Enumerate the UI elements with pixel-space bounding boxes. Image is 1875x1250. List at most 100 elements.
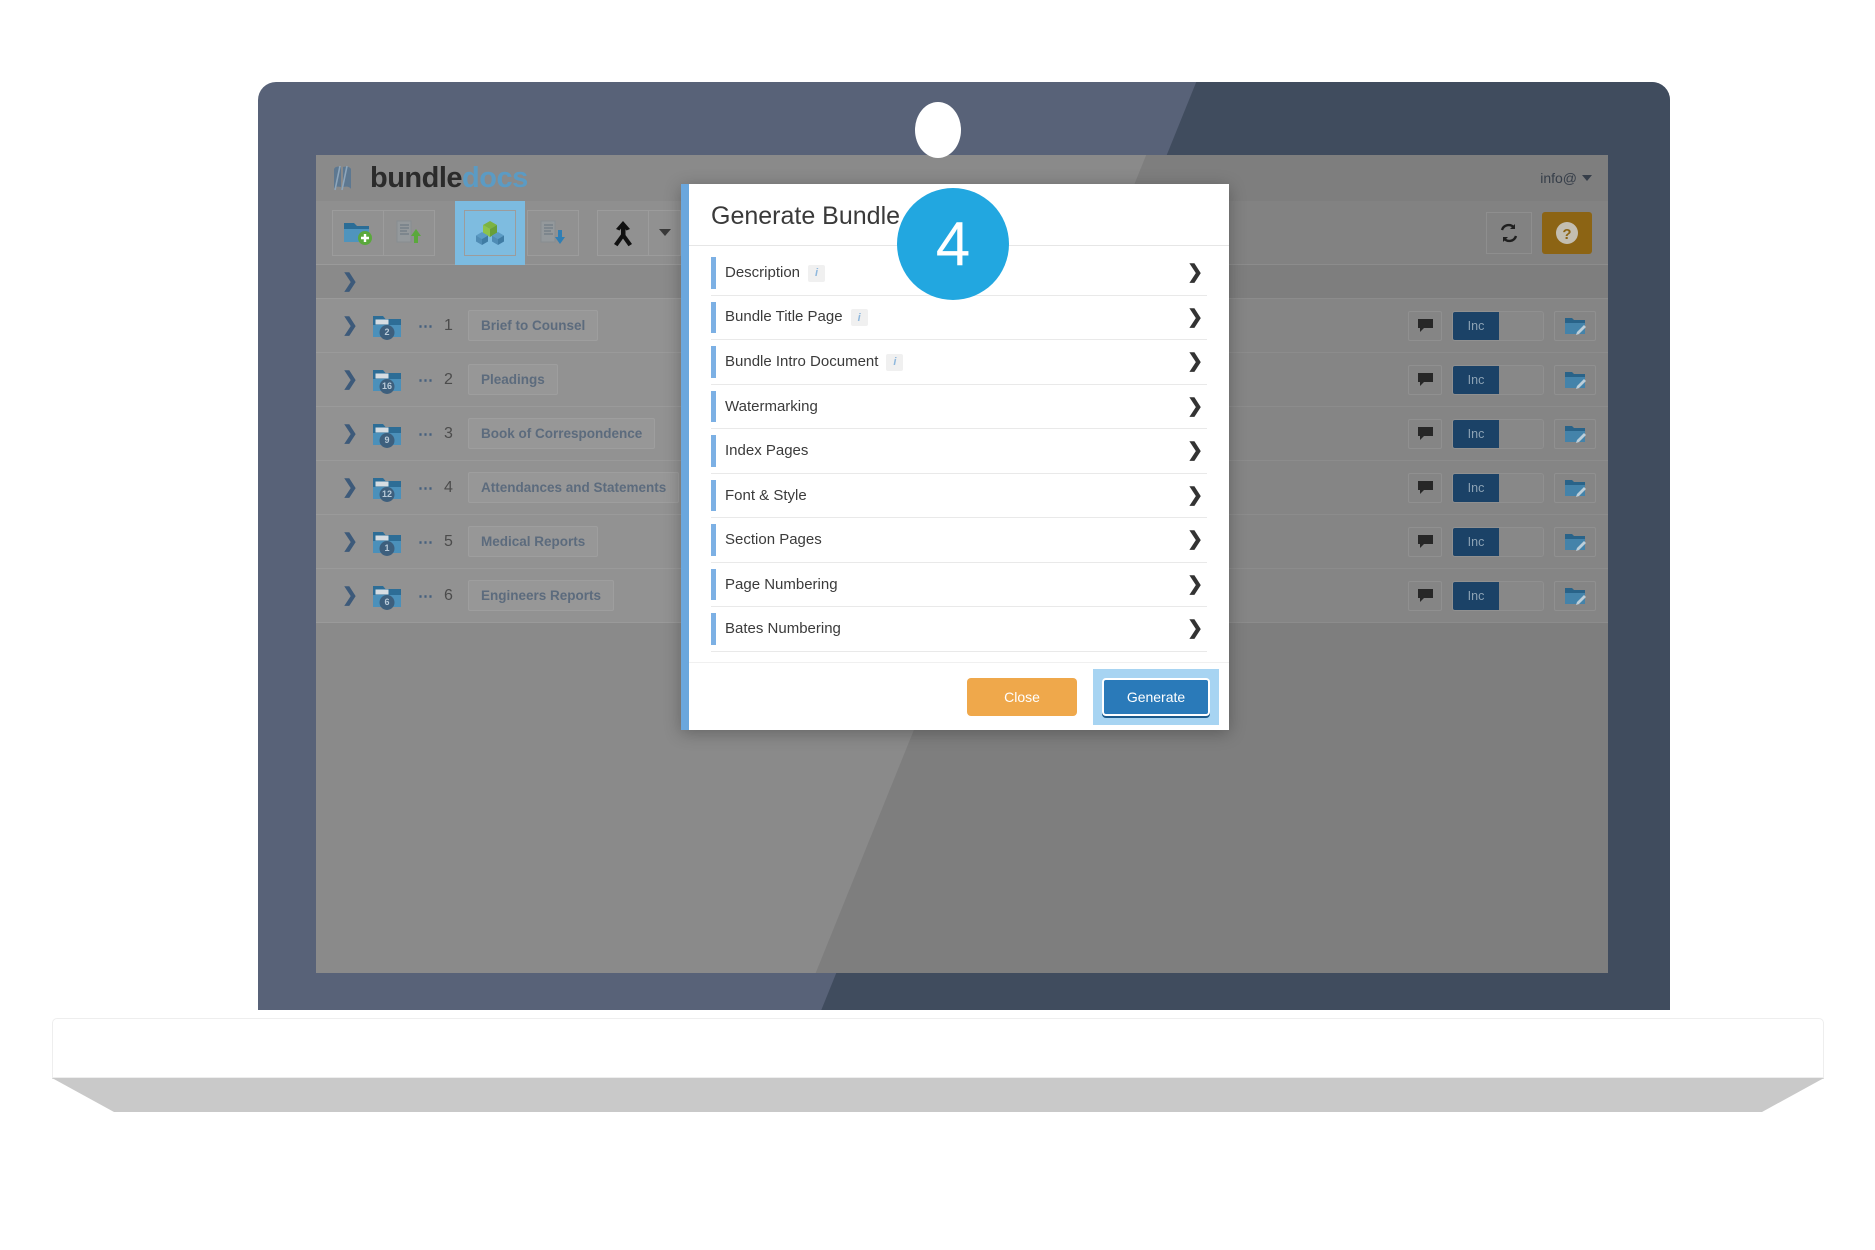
generate-bundle-button[interactable] xyxy=(464,209,516,256)
chevron-right-icon[interactable]: ❯ xyxy=(1187,486,1207,505)
row-folder-name[interactable]: Attendances and Statements xyxy=(468,472,680,503)
download-document-button[interactable] xyxy=(527,209,579,256)
folder-icon: 16 xyxy=(372,367,402,394)
row-include-off xyxy=(1499,474,1543,502)
merge-dropdown-button[interactable] xyxy=(648,209,681,256)
row-drag-handle-icon[interactable]: ⋯ xyxy=(418,587,444,605)
row-edit-folder-button[interactable] xyxy=(1554,526,1596,557)
folder-icon: 9 xyxy=(372,421,402,448)
logo-text-docs: docs xyxy=(462,161,528,194)
comment-icon xyxy=(1417,427,1433,440)
row-edit-folder-button[interactable] xyxy=(1554,418,1596,449)
chevron-right-icon[interactable]: ❯ xyxy=(1187,575,1207,594)
row-expand-chevron-right-icon[interactable]: ❯ xyxy=(342,370,372,389)
row-drag-handle-icon[interactable]: ⋯ xyxy=(418,371,444,389)
row-folder-name[interactable]: Medical Reports xyxy=(468,526,599,557)
generate-button[interactable]: Generate xyxy=(1102,677,1210,716)
row-index: 3 xyxy=(444,424,453,442)
add-folder-button[interactable] xyxy=(332,209,384,256)
dialog-option-row[interactable]: Watermarking ❯ xyxy=(711,385,1207,429)
chevron-right-icon[interactable]: ❯ xyxy=(1187,619,1207,638)
dialog-option-row[interactable]: Bundle Title Page i ❯ xyxy=(711,296,1207,340)
chevron-down-icon xyxy=(1582,175,1592,181)
row-include-on-label: Inc xyxy=(1453,311,1499,340)
row-drag-handle-icon[interactable]: ⋯ xyxy=(418,425,444,443)
dialog-option-label: Description i xyxy=(725,264,826,282)
merge-icon xyxy=(614,220,632,246)
row-edit-folder-button[interactable] xyxy=(1554,364,1596,395)
row-index: 1 xyxy=(444,316,453,334)
row-expand-chevron-right-icon[interactable]: ❯ xyxy=(342,316,372,335)
row-include-off xyxy=(1499,312,1543,340)
dialog-option-row[interactable]: Section Pages ❯ xyxy=(711,518,1207,563)
merge-button[interactable] xyxy=(597,209,649,256)
row-actions: Inc xyxy=(1408,580,1596,611)
row-drag-handle-icon[interactable]: ⋯ xyxy=(418,479,444,497)
chevron-right-icon[interactable]: ❯ xyxy=(1187,352,1207,371)
folder-count-badge: 9 xyxy=(379,432,395,448)
row-expand-chevron-right-icon[interactable]: ❯ xyxy=(342,424,372,443)
download-document-icon xyxy=(540,220,565,244)
edit-folder-icon xyxy=(1565,533,1586,551)
toolbar-group-merge xyxy=(597,209,681,256)
row-expand-chevron-right-icon[interactable]: ❯ xyxy=(342,586,372,605)
chevron-right-icon[interactable]: ❯ xyxy=(1187,441,1207,460)
chevron-right-icon[interactable]: ❯ xyxy=(1187,530,1207,549)
row-include-toggle[interactable]: Inc xyxy=(1452,472,1544,503)
dialog-option-row[interactable]: Font & Style ❯ xyxy=(711,474,1207,518)
row-comment-button[interactable] xyxy=(1408,418,1442,449)
row-expand-chevron-right-icon[interactable]: ❯ xyxy=(342,532,372,551)
chevron-right-icon[interactable]: ❯ xyxy=(1187,308,1207,327)
row-edit-folder-button[interactable] xyxy=(1554,580,1596,611)
row-comment-button[interactable] xyxy=(1408,364,1442,395)
row-include-off xyxy=(1499,528,1543,556)
chevron-right-icon[interactable]: ❯ xyxy=(1187,397,1207,416)
row-include-on-label: Inc xyxy=(1453,527,1499,556)
dialog-option-label: Font & Style xyxy=(725,486,807,504)
row-include-toggle[interactable]: Inc xyxy=(1452,580,1544,611)
row-edit-folder-button[interactable] xyxy=(1554,472,1596,503)
row-include-toggle[interactable]: Inc xyxy=(1452,418,1544,449)
info-icon[interactable]: i xyxy=(850,309,868,327)
row-folder-name[interactable]: Engineers Reports xyxy=(468,580,615,611)
edit-folder-icon xyxy=(1565,479,1586,497)
info-icon[interactable]: i xyxy=(808,264,826,282)
row-edit-folder-button[interactable] xyxy=(1554,310,1596,341)
row-include-toggle[interactable]: Inc xyxy=(1452,526,1544,557)
help-button[interactable]: ? xyxy=(1542,211,1592,254)
row-drag-handle-icon[interactable]: ⋯ xyxy=(418,317,444,335)
row-expand-chevron-right-icon[interactable]: ❯ xyxy=(342,478,372,497)
folder-count-badge: 12 xyxy=(379,486,395,502)
chevron-right-icon[interactable]: ❯ xyxy=(1187,263,1207,282)
dialog-option-label: Bates Numbering xyxy=(725,620,841,638)
bundledocs-mark-icon xyxy=(332,165,362,191)
dialog-option-label: Index Pages xyxy=(725,442,809,460)
row-include-toggle[interactable]: Inc xyxy=(1452,310,1544,341)
row-folder-name[interactable]: Book of Correspondence xyxy=(468,418,656,449)
refresh-button[interactable] xyxy=(1486,211,1532,254)
dialog-option-row[interactable]: Bates Numbering ❯ xyxy=(711,607,1207,652)
row-include-off xyxy=(1499,366,1543,394)
bundledocs-logo[interactable]: bundledocs xyxy=(332,162,528,195)
add-document-button[interactable] xyxy=(383,209,435,256)
row-comment-button[interactable] xyxy=(1408,580,1442,611)
row-folder-name[interactable]: Pleadings xyxy=(468,364,558,395)
info-icon[interactable]: i xyxy=(886,353,904,371)
chevron-right-icon: ❯ xyxy=(342,271,358,292)
row-comment-button[interactable] xyxy=(1408,472,1442,503)
dialog-option-row[interactable]: Bundle Intro Document i ❯ xyxy=(711,340,1207,385)
close-button[interactable]: Close xyxy=(967,677,1077,716)
row-folder-name[interactable]: Brief to Counsel xyxy=(468,310,599,341)
row-actions: Inc xyxy=(1408,310,1596,341)
row-drag-handle-icon[interactable]: ⋯ xyxy=(418,533,444,551)
row-comment-button[interactable] xyxy=(1408,310,1442,341)
dialog-option-row[interactable]: Index Pages ❯ xyxy=(711,429,1207,474)
edit-folder-icon xyxy=(1565,425,1586,443)
row-include-toggle[interactable]: Inc xyxy=(1452,364,1544,395)
account-menu[interactable]: info@ xyxy=(1540,170,1592,186)
row-folder-icon-wrap: 16 xyxy=(372,367,418,394)
row-comment-button[interactable] xyxy=(1408,526,1442,557)
dialog-option-label: Watermarking xyxy=(725,397,818,415)
dialog-option-row[interactable]: Page Numbering ❯ xyxy=(711,563,1207,607)
row-actions: Inc xyxy=(1408,472,1596,503)
